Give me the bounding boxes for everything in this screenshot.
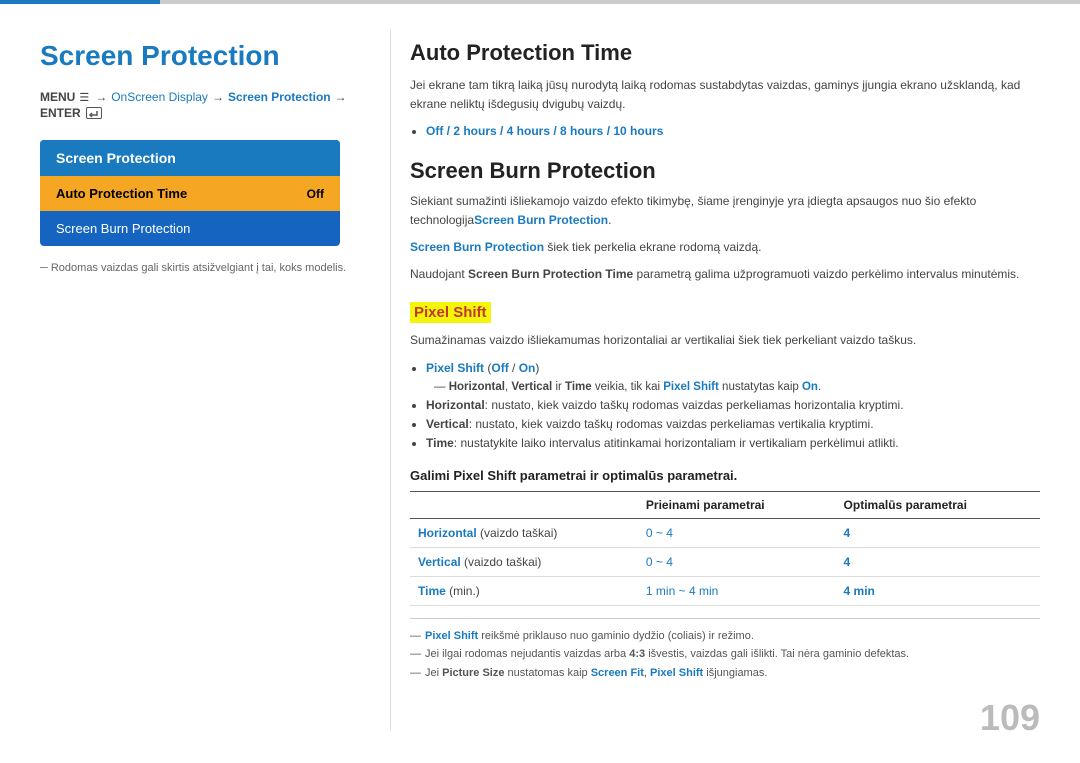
menu-icon: ☰ [79,91,89,104]
table-row: Horizontal (vaizdo taškai) 0 ~ 4 4 [410,518,1040,547]
col-header-prieinami: Prieinami parametrai [638,491,836,518]
bullet-horizontal: Horizontal: nustato, kiek vaizdo taškų r… [426,396,1040,415]
menu-header: Screen Protection [40,140,340,176]
screen-burn-desc1: Siekiant sumažinti išliekamojo vaizdo ef… [410,192,1040,230]
right-panel: Auto Protection Time Jei ekrane tam tikr… [410,40,1040,683]
top-gray-line [160,0,1080,4]
screen-burn-desc3: Naudojant Screen Burn Protection Time pa… [410,265,1040,284]
bullet-vertical: Vertical: nustato, kiek vaizdo taškų rod… [426,415,1040,434]
row-label-vertical: Vertical (vaizdo taškai) [410,547,638,576]
bullet-time: Time: nustatykite laiko intervalus atiti… [426,434,1040,453]
menu-label: MENU [40,90,75,104]
pixel-shift-desc: Sumažinamas vaizdo išliekamumas horizont… [410,331,1040,350]
bullet-pixel-shift-toggle: Pixel Shift (Off / On) ― Horizontal, Ver… [426,359,1040,397]
row-label-horizontal: Horizontal (vaizdo taškai) [410,518,638,547]
pixel-shift-bullets: Pixel Shift (Off / On) ― Horizontal, Ver… [426,359,1040,454]
row-optimal-horizontal: 4 [836,518,1040,547]
auto-protection-desc: Jei ekrane tam tikrą laiką jūsų nurodytą… [410,76,1040,114]
breadcrumb-enter: ENTER [40,106,81,120]
pixel-shift-table: Prieinami parametrai Optimalūs parametra… [410,491,1040,606]
row-range-time: 1 min ~ 4 min [638,576,836,605]
auto-protection-title: Auto Protection Time [410,40,1040,66]
table-row: Vertical (vaizdo taškai) 0 ~ 4 4 [410,547,1040,576]
arrow-3: → [335,90,347,104]
pixel-shift-title: Pixel Shift [410,302,491,323]
pixel-shift-table-section: Galimi Pixel Shift parametrai ir optimal… [410,468,1040,683]
menu-item-value: Off [307,187,324,201]
arrow-1: → [95,90,107,104]
row-optimal-vertical: 4 [836,547,1040,576]
vertical-divider [390,30,391,730]
table-row: Time (min.) 1 min ~ 4 min 4 min [410,576,1040,605]
screen-burn-section: Screen Burn Protection Siekiant sumažint… [410,158,1040,285]
left-panel: Screen Protection MENU ☰ → OnScreen Disp… [40,40,370,274]
row-range-vertical: 0 ~ 4 [638,547,836,576]
note-line-3: ― Jei Picture Size nustatomas kaip Scree… [410,664,1040,683]
note-line-2: ― Jei ilgai rodomas nejudantis vaizdas a… [410,645,1040,664]
breadcrumb-screen-protection: Screen Protection [228,90,331,104]
row-range-horizontal: 0 ~ 4 [638,518,836,547]
options-list-item: Off / 2 hours / 4 hours / 8 hours / 10 h… [426,122,1040,141]
page-number: 109 [980,697,1040,739]
screen-protection-menu: Screen Protection Auto Protection Time O… [40,140,340,246]
note-line-1: ― Pixel Shift reikšmė priklauso nuo gami… [410,627,1040,646]
top-accent-line [0,0,160,4]
row-optimal-time: 4 min [836,576,1040,605]
enter-symbol [86,107,102,119]
pixel-shift-sub: ― Horizontal, Vertical ir Time veikia, t… [434,378,1040,396]
left-note: Rodomas vaizdas gali skirtis atsižvelgia… [40,262,370,274]
menu-item-label: Screen Burn Protection [56,221,190,236]
auto-protection-options: Off / 2 hours / 4 hours / 8 hours / 10 h… [426,122,1040,141]
screen-burn-title: Screen Burn Protection [410,158,1040,184]
col-header-optimalus: Optimalūs parametrai [836,491,1040,518]
table-title: Galimi Pixel Shift parametrai ir optimal… [410,468,1040,483]
breadcrumb-onscreen: OnScreen Display [111,90,208,104]
bottom-notes: ― Pixel Shift reikšmė priklauso nuo gami… [410,618,1040,683]
arrow-2: → [212,90,224,104]
col-header-label [410,491,638,518]
menu-item-screen-burn[interactable]: Screen Burn Protection [40,211,340,246]
page-title: Screen Protection [40,40,370,72]
menu-item-label: Auto Protection Time [56,186,187,201]
screen-burn-link: Screen Burn Protection [474,213,608,227]
menu-item-auto-protection[interactable]: Auto Protection Time Off [40,176,340,211]
breadcrumb: MENU ☰ → OnScreen Display → Screen Prote… [40,90,370,120]
row-label-time: Time (min.) [410,576,638,605]
screen-burn-desc2: Screen Burn Protection šiek tiek perkeli… [410,238,1040,257]
